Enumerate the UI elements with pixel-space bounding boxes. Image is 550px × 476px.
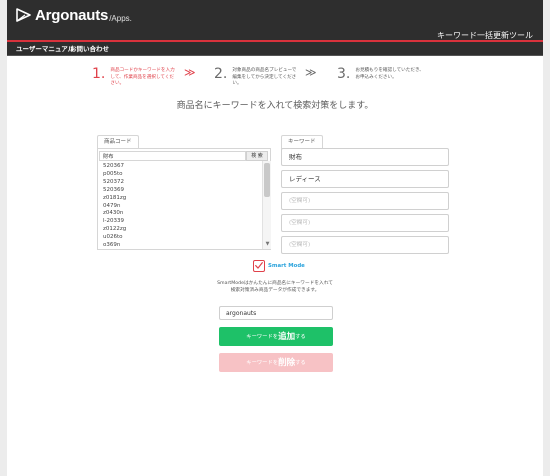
product-search-input[interactable] [99,151,246,161]
keyword-field[interactable]: レディース [281,170,449,188]
product-code-item[interactable]: z0430n [99,210,262,218]
product-code-item[interactable]: z0122zg [99,226,262,234]
scrollbar-thumb[interactable] [264,163,270,197]
button-suffix: する [295,360,306,366]
chevron-down-icon[interactable]: ▼ [263,242,272,247]
logo-suffix: /Apps. [109,14,132,23]
product-code-item[interactable]: 520372 [99,179,262,187]
button-prefix: キーワードを [246,334,279,340]
product-code-item[interactable]: u026to [99,234,262,242]
product-code-list[interactable]: 520367 p005to 520372 520369 z0181zg 0479n z043… [99,163,262,249]
step-number: 2. [214,66,228,82]
logo[interactable]: Argonauts /Apps. [15,6,132,24]
step-3: 3. お見積もりを確認していただき、お申込みください。 [337,66,427,82]
button-prefix: キーワードを [246,360,279,366]
smart-mode-label[interactable]: Smart Mode [268,263,305,269]
keyword-field[interactable]: (空欄可) [281,192,449,210]
nav-item-user-manual[interactable]: ユーザーマニュアル [16,44,74,54]
list-scrollbar[interactable]: ▼ [262,161,271,249]
step-text: 商品コードかキーワードを入力して、作業商品を選択してください。 [110,68,175,86]
keyword-field[interactable]: (空欄可) [281,214,449,232]
product-code-panel: 検 索 520367p005to520372520369z0181zg0479n… [97,148,271,250]
smart-mode-description-line: 検索対策済み商品データが作成できます。 [230,287,320,293]
tab-product-code[interactable]: 商品コード [97,135,139,149]
product-code-item[interactable]: p005to [99,171,262,179]
product-code-item[interactable]: 520369 [99,187,262,195]
double-chevron-right-icon: ≫ [305,66,317,79]
product-code-item[interactable]: l-20339 [99,218,262,226]
app-container: Argonauts /Apps. キーワード一括更新ツール ユーザーマニュアル … [7,0,543,476]
product-code-item[interactable]: 0479n [99,203,262,211]
page-background: Argonauts /Apps. キーワード一括更新ツール ユーザーマニュアル … [0,0,550,476]
button-main: 削除 [278,358,296,368]
smart-mode-checkbox[interactable] [253,260,265,272]
top-header: Argonauts /Apps. [7,0,543,30]
page-headline: 商品名にキーワードを入れて検索対策をします。 [176,101,374,111]
product-code-item[interactable]: o369n [99,242,262,249]
keyword-field[interactable]: 財布 [281,148,449,166]
step-text: お見積もりを確認していただき、お申込みください。 [355,68,424,80]
step-number: 1. [92,66,106,82]
step-1: 1. 商品コードかキーワードを入力して、作業商品を選択してください。 [92,66,176,88]
smart-mode-description-line: SmartModeはかんたんに商品名にキーワードを入れて [217,281,333,286]
search-button[interactable]: 検 索 [246,151,268,161]
step-2: 2. 対象商品の商品名プレビューで編集をしてから決定してください。 [214,66,298,88]
nav-bar: ユーザーマニュアル お問い合わせ [7,42,543,56]
delete-keyword-button[interactable]: キーワードを削除する [219,353,333,372]
double-chevron-right-icon: ≫ [184,66,196,79]
keyword-input[interactable] [219,306,333,320]
add-keyword-button[interactable]: キーワードを追加する [219,327,333,346]
button-suffix: する [295,334,306,340]
logo-text: Argonauts [35,7,109,24]
product-code-item[interactable]: 520367 [99,163,262,171]
step-text: 対象商品の商品名プレビューで編集をしてから決定してください。 [232,68,297,86]
smart-mode-description: SmartModeはかんたんに商品名にキーワードを入れて 検索対策済み商品データ… [207,281,343,294]
checkmark-icon [255,262,263,269]
argonauts-logo-icon [16,8,31,22]
button-main: 追加 [278,332,296,342]
product-code-item[interactable]: z0181zg [99,195,262,203]
keyword-panel: 財布レディース (空欄可) (空欄可) (空欄可) [281,148,451,254]
keyword-field[interactable]: (空欄可) [281,236,449,254]
step-number: 3. [337,66,351,82]
tab-keyword[interactable]: キーワード [281,135,323,149]
nav-item-contact[interactable]: お問い合わせ [70,44,109,54]
